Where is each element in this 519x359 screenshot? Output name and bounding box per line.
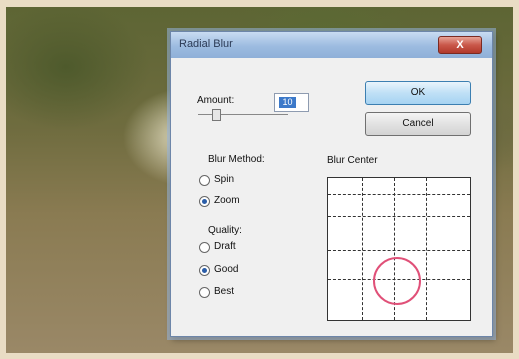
amount-input[interactable]: 10 [274, 93, 309, 112]
dialog-title: Radial Blur [179, 38, 233, 50]
grid-line [362, 178, 363, 320]
best-label: Best [214, 286, 235, 297]
grid-line [328, 194, 470, 195]
draft-label: Draft [214, 241, 236, 252]
blur-center-label: Blur Center [327, 155, 378, 166]
grid-line [328, 250, 470, 251]
zoom-label: Zoom [214, 195, 240, 206]
ok-button[interactable]: OK [365, 81, 471, 105]
radio-spin[interactable] [199, 175, 210, 186]
photo-frame: Radial Blur X Amount: 10 OK Cancel Blur … [0, 0, 519, 359]
radio-best[interactable] [199, 287, 210, 298]
radio-zoom[interactable] [199, 196, 210, 207]
amount-value: 10 [279, 97, 296, 108]
amount-slider-thumb[interactable] [212, 109, 221, 121]
amount-label: Amount: [197, 95, 235, 106]
close-button[interactable]: X [438, 36, 482, 54]
grid-line [328, 216, 470, 217]
radio-draft[interactable] [199, 242, 210, 253]
cancel-button[interactable]: Cancel [365, 112, 471, 136]
good-label: Good [214, 264, 239, 275]
grid-line [426, 178, 427, 320]
blur-center-marker[interactable] [373, 257, 421, 305]
spin-label: Spin [214, 174, 235, 185]
quality-label: Quality: [208, 225, 242, 236]
title-bar[interactable]: Radial Blur X [171, 32, 492, 58]
radio-good[interactable] [199, 265, 210, 276]
blur-method-label: Blur Method: [208, 154, 265, 165]
radial-blur-dialog: Radial Blur X Amount: 10 OK Cancel Blur … [170, 31, 493, 337]
blur-center-preview[interactable] [327, 177, 471, 321]
